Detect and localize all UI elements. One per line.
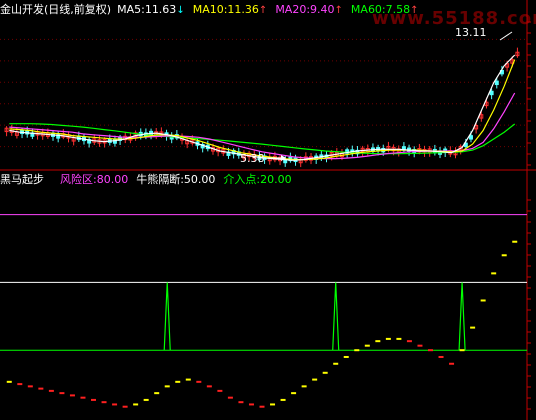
indicator-title: 黑马起步 bbox=[0, 173, 44, 186]
indicator-legend: 风险区:80.00 牛熊隔断:50.00 介入点:20.00 bbox=[60, 173, 300, 186]
reference-label-0: 风险区:80.00 bbox=[60, 173, 129, 186]
ma-trend-arrow-icon: ↑ bbox=[258, 5, 268, 16]
reference-label-1: 牛熊隔断:50.00 bbox=[136, 173, 216, 186]
ma-label-3: MA60:7.58 bbox=[350, 3, 411, 16]
stock-title: 金山开发(日线,前复权) bbox=[0, 3, 112, 16]
price-panel-header: 金山开发(日线,前复权) MA5:11.63↓ MA10:11.36↑ MA20:9.… bbox=[0, 2, 433, 18]
ma-label-1: MA10:11.36 bbox=[192, 3, 259, 16]
stock-chart-canvas bbox=[0, 0, 536, 420]
ma-trend-arrow-icon: ↑ bbox=[410, 5, 419, 16]
indicator-panel-header: 黑马起步 风险区:80.00 牛熊隔断:50.00 介入点:20.00 bbox=[0, 172, 306, 188]
ma-trend-arrow-icon: ↑ bbox=[334, 5, 343, 16]
reference-label-2: 介入点:20.00 bbox=[223, 173, 292, 186]
ma-label-2: MA20:9.40 bbox=[275, 3, 335, 16]
ma-label-0: MA5:11.63 bbox=[117, 3, 177, 16]
high-price-note: 13.11 bbox=[455, 26, 487, 39]
low-price-note: 5.38 bbox=[240, 152, 265, 165]
candle-body bbox=[494, 80, 499, 86]
candle-body bbox=[489, 90, 494, 96]
ma-trend-arrow-icon: ↓ bbox=[176, 5, 185, 16]
candle-body bbox=[468, 135, 473, 140]
ma-legend: MA5:11.63↓ MA10:11.36↑ MA20:9.40↑ MA60:7.58… bbox=[117, 3, 426, 16]
